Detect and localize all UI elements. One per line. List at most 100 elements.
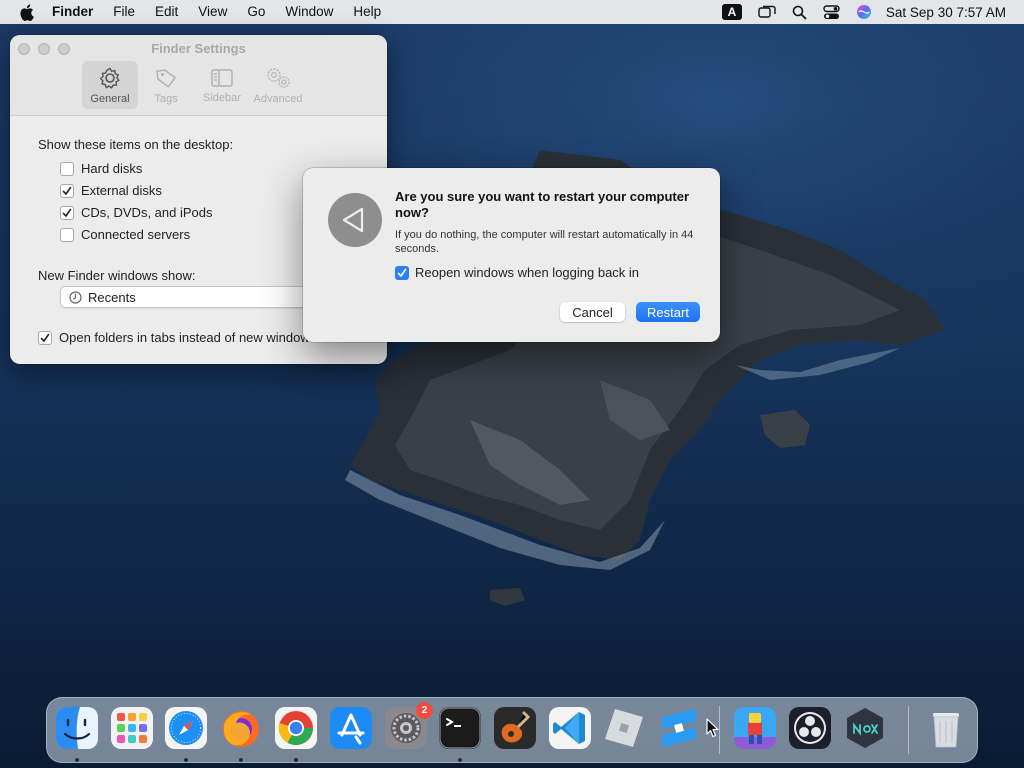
restart-button[interactable]: Restart <box>636 302 700 322</box>
dialog-message: If you do nothing, the computer will res… <box>395 229 694 255</box>
vscode-icon <box>549 707 591 749</box>
reopen-windows-checkbox[interactable] <box>395 265 409 280</box>
dock-trash[interactable] <box>923 705 969 751</box>
safari-icon <box>165 707 207 749</box>
dock-separator <box>908 706 909 754</box>
tab-advanced-label: Advanced <box>253 92 303 105</box>
connected-servers-option[interactable]: Connected servers <box>60 227 190 242</box>
dock-firefox[interactable] <box>218 705 264 751</box>
external-disks-option[interactable]: External disks <box>60 183 162 198</box>
checkmark-icon <box>62 186 72 195</box>
menu-clock[interactable]: Sat Sep 30 7:57 AM <box>886 5 1006 20</box>
input-source-indicator[interactable]: A <box>721 4 742 20</box>
menu-help[interactable]: Help <box>343 0 391 24</box>
external-disks-checkbox[interactable] <box>60 183 74 198</box>
dock-obs[interactable] <box>787 705 833 751</box>
apple-menu-icon[interactable] <box>0 0 52 24</box>
dock-app-store[interactable] <box>328 705 374 751</box>
dialog-title: Are you sure you want to restart your co… <box>395 189 690 220</box>
nox-icon <box>847 708 883 748</box>
spotlight-search-icon[interactable] <box>792 5 807 20</box>
reopen-windows-option[interactable]: Reopen windows when logging back in <box>395 265 639 280</box>
checkmark-icon <box>40 333 50 342</box>
running-indicator <box>294 758 298 762</box>
connected-servers-label: Connected servers <box>81 227 191 242</box>
roblox-studio-icon <box>662 709 696 747</box>
checkmark-icon <box>62 208 72 217</box>
restart-power-icon <box>328 193 382 247</box>
sidebar-icon <box>211 68 233 87</box>
menu-bar: Finder File Edit View Go Window Help A S… <box>0 0 1024 24</box>
running-indicator <box>184 758 188 762</box>
dock-subway-surfers[interactable] <box>732 705 778 751</box>
dock-safari[interactable] <box>163 705 209 751</box>
menu-view[interactable]: View <box>188 0 237 24</box>
obs-icon <box>789 707 831 749</box>
dock-roblox-studio[interactable] <box>656 705 702 751</box>
tab-general[interactable]: General <box>82 61 138 109</box>
dock-launchpad[interactable] <box>109 705 155 751</box>
roblox-icon <box>605 709 643 747</box>
finder-icon <box>56 707 98 749</box>
settings-toolbar: Finder Settings General Tags Sidebar Adv… <box>10 35 387 116</box>
cancel-button[interactable]: Cancel <box>560 302 625 322</box>
dock-vscode[interactable] <box>547 705 593 751</box>
app-store-icon <box>330 707 372 749</box>
menu-finder[interactable]: Finder <box>52 0 103 24</box>
dock-finder[interactable] <box>54 705 100 751</box>
cds-dvds-ipods-label: CDs, DVDs, and iPods <box>81 205 213 220</box>
new-window-select-value: Recents <box>88 289 136 305</box>
tab-general-label: General <box>90 92 130 105</box>
dock-nox[interactable] <box>842 705 888 751</box>
running-indicator <box>75 758 79 762</box>
window-title: Finder Settings <box>151 41 246 56</box>
tag-icon <box>156 68 176 88</box>
external-disks-label: External disks <box>81 183 162 198</box>
gears-icon <box>267 67 290 88</box>
dock-garageband[interactable] <box>492 705 538 751</box>
gear-icon <box>99 67 120 89</box>
screen-mirroring-icon[interactable] <box>758 5 776 19</box>
tab-tags[interactable]: Tags <box>138 61 194 109</box>
trash-icon <box>933 713 959 748</box>
menu-edit[interactable]: Edit <box>145 0 188 24</box>
launchpad-icon <box>111 707 153 749</box>
dock-system-settings[interactable]: 2 <box>383 702 433 751</box>
clock-icon <box>69 290 82 304</box>
tab-sidebar[interactable]: Sidebar <box>194 61 250 109</box>
open-in-tabs-label: Open folders in tabs instead of new wind… <box>59 330 317 345</box>
cds-dvds-ipods-option[interactable]: CDs, DVDs, and iPods <box>60 205 213 220</box>
running-indicator <box>239 758 243 762</box>
firefox-icon <box>223 711 259 747</box>
open-in-tabs-option[interactable]: Open folders in tabs instead of new wind… <box>38 330 316 345</box>
checkmark-icon <box>397 268 407 277</box>
open-in-tabs-checkbox[interactable] <box>38 330 52 345</box>
dock-chrome[interactable] <box>273 705 319 751</box>
hard-disks-option[interactable]: Hard disks <box>60 161 142 176</box>
connected-servers-checkbox[interactable] <box>60 227 74 242</box>
tab-sidebar-label: Sidebar <box>203 91 241 104</box>
dock-roblox[interactable] <box>601 705 647 751</box>
dock-terminal[interactable] <box>437 705 483 751</box>
siri-icon[interactable] <box>856 4 872 20</box>
chrome-icon <box>275 707 317 749</box>
subway-surfers-icon <box>734 707 776 749</box>
menu-window[interactable]: Window <box>275 0 343 24</box>
hard-disks-checkbox[interactable] <box>60 161 74 176</box>
cds-dvds-ipods-checkbox[interactable] <box>60 205 74 220</box>
menu-file[interactable]: File <box>103 0 145 24</box>
control-center-icon[interactable] <box>823 4 840 20</box>
garageband-icon <box>494 707 536 749</box>
running-indicator <box>458 758 462 762</box>
menu-go[interactable]: Go <box>237 0 275 24</box>
hard-disks-label: Hard disks <box>81 161 143 176</box>
new-window-select[interactable]: Recents <box>60 286 312 308</box>
dock: 2 <box>46 697 978 763</box>
restart-dialog: Are you sure you want to restart your co… <box>303 168 720 342</box>
terminal-icon <box>439 707 481 749</box>
tab-tags-label: Tags <box>154 92 178 105</box>
settings-tabs: General Tags Sidebar Advanced <box>82 61 306 109</box>
tab-advanced[interactable]: Advanced <box>250 61 306 109</box>
reopen-windows-label: Reopen windows when logging back in <box>415 265 640 280</box>
new-window-label: New Finder windows show: <box>38 268 196 283</box>
